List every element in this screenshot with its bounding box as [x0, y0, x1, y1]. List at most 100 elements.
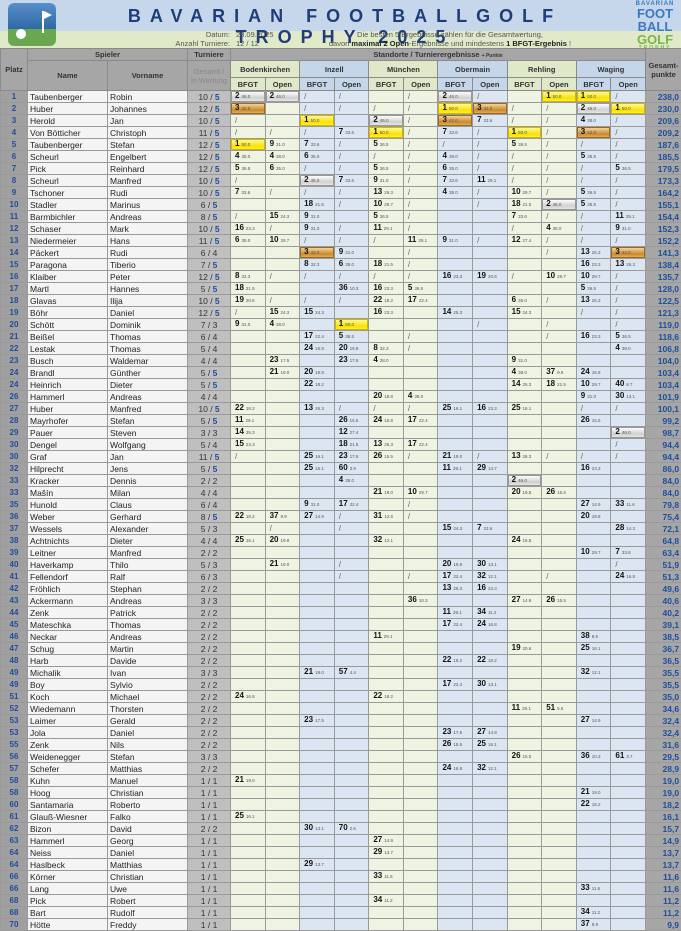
table-row[interactable]: 12SchaserMark10 / 51623.3/931.0/1129.1//…	[1, 223, 681, 235]
table-row[interactable]: 55ZenkNils2 / 22615.52516.131,6	[1, 739, 681, 751]
table-row[interactable]: 28MayrhoferStefan5 / 51129.12615.52416.8…	[1, 415, 681, 427]
result-cell	[369, 499, 404, 511]
table-row[interactable]: 52WiedemannThorsten2 / 21129.1515.634,6	[1, 703, 681, 715]
name: Weber	[28, 511, 108, 523]
table-row[interactable]: 58KuhnManuel1 / 12119.019,0	[1, 775, 681, 787]
table-row[interactable]: 64HaslbeckMatthias1 / 12913.713,7	[1, 859, 681, 871]
table-row[interactable]: 39LeitnerManfred2 / 21029.7733.663,4	[1, 547, 681, 559]
table-row[interactable]: 43AckermannAndreas3 / 33610.32714.92615.…	[1, 595, 681, 607]
result-cell: /	[611, 295, 646, 307]
vorname: Manfred	[108, 403, 188, 415]
col-open: Open	[473, 78, 508, 91]
result-cell	[473, 775, 508, 787]
result-points: 11.2	[592, 910, 600, 915]
table-row[interactable]: 58HoogChristian1 / 12119.019,0	[1, 787, 681, 799]
table-row[interactable]: 61Glauß-WiesnerFalko1 / 12516.116,1	[1, 811, 681, 823]
table-row[interactable]: 17MartlHannes5 / 51821.53610.31623.3536.…	[1, 283, 681, 295]
table-row[interactable]: 27HuberManfred10 / 52218.21326.3///2516.…	[1, 403, 681, 415]
table-row[interactable]: 9TschonerRudi10 / 5733.6///1326.3/438.0/…	[1, 187, 681, 199]
table-row[interactable]: 38AchtnichtsDieter4 / 42516.12019.83212.…	[1, 535, 681, 547]
table-row[interactable]: 44ZenkPatrick2 / 21129.13411.240,2	[1, 607, 681, 619]
table-row[interactable]: 22LestakThomas5 / 42416.82019.8832.3/438…	[1, 343, 681, 355]
table-row[interactable]: 49MichalikIvan3 / 32119.0574.43212.135,5	[1, 667, 681, 679]
table-row[interactable]: 53JolaDaniel2 / 22317.52714.932,4	[1, 727, 681, 739]
table-row[interactable]: 40HaverkampThilo5 / 32119.0/2019.83013.1…	[1, 559, 681, 571]
table-row[interactable]: 49BoySylvio2 / 21722.43013.135,5	[1, 679, 681, 691]
result-points: 35.0	[345, 262, 354, 267]
result-cell: 2615.5	[507, 751, 542, 763]
table-row[interactable]: 4Von BötticherChristoph11 / 5///733.6150…	[1, 127, 681, 139]
result-cell: /	[334, 199, 369, 211]
table-row[interactable]: 3HeroldJan10 / 5/150.0246.0/342.0733.6//…	[1, 115, 681, 127]
result-cell: 379.9	[265, 511, 300, 523]
table-row[interactable]: 48HarbDavide2 / 22218.22218.236,5	[1, 655, 681, 667]
table-row[interactable]: 30GrafJan11 / 5/2516.12317.52615.5/2119.…	[1, 451, 681, 463]
table-row[interactable]: 68PickRobert1 / 13411.211,2	[1, 895, 681, 907]
table-row[interactable]: 20SchöttDominik7 / 3931.0438.0150.0///11…	[1, 319, 681, 331]
table-row[interactable]: 62BizonDavid2 / 23013.1702.615,7	[1, 823, 681, 835]
table-row[interactable]: 1TaubenbergerRobin10 / 5246.0246.0///246…	[1, 91, 681, 103]
table-row[interactable]: 30DengelWolfgang5 / 41524.31821.51326.31…	[1, 439, 681, 451]
table-row[interactable]: 33KrackerDennis2 / 2438.0246.084,0	[1, 475, 681, 487]
result-cell	[542, 715, 577, 727]
turniere: 11 / 5	[188, 451, 231, 463]
table-row[interactable]: 8ScheurlManfred10 / 5/246.0733.6931.0/73…	[1, 175, 681, 187]
table-row[interactable]: 7PickReinhard12 / 5536.5635.0//536.5/635…	[1, 163, 681, 175]
table-row[interactable]: 66LangUwe1 / 13311.611,6	[1, 883, 681, 895]
result-cell	[507, 571, 542, 583]
not-participated-mark: /	[615, 152, 617, 161]
table-row[interactable]: 29PauerSteven3 / 31425.31227.4246.098,7	[1, 427, 681, 439]
table-row[interactable]: 42FröhlichStephan2 / 21326.31623.349,6	[1, 583, 681, 595]
turniere: 10 / 5	[188, 223, 231, 235]
table-row[interactable]: 26HammerlAndreas4 / 42019.8438.0931.0301…	[1, 391, 681, 403]
table-row[interactable]: 24BrandlGünther5 / 52119.02019.8438.0379…	[1, 367, 681, 379]
platz: 64	[1, 847, 28, 859]
table-row[interactable]: 11BarmbichlerAndreas8 / 5/1524.3931.0536…	[1, 211, 681, 223]
not-participated-mark: /	[408, 344, 410, 353]
table-row[interactable]: 16KlaiberPeter12 / 5832.3/////1623.31920…	[1, 271, 681, 283]
table-row[interactable]: 33MašínMilan4 / 42119.01029.72019.82615.…	[1, 487, 681, 499]
table-row[interactable]: 51KochMichael2 / 22416.82218.235,0	[1, 691, 681, 703]
table-row[interactable]: 36WeberGerhard8 / 52218.2379.92714.9/311…	[1, 511, 681, 523]
table-row[interactable]: 68BartRudolf1 / 13411.211,2	[1, 907, 681, 919]
name: Hammerl	[28, 835, 108, 847]
result-cell: 635.0	[300, 151, 335, 163]
table-row[interactable]: 45MateschkaThomas2 / 21722.42416.839,1	[1, 619, 681, 631]
result-cell: /	[265, 187, 300, 199]
table-row[interactable]: 21BeißelThomas6 / 41722.4536.5//1623.353…	[1, 331, 681, 343]
table-row[interactable]: 6ScheurlEngelbert12 / 5438.0438.0635.0//…	[1, 151, 681, 163]
table-row[interactable]: 19BöhrDaniel12 / 5/1524.31524.31623.3142…	[1, 307, 681, 319]
table-row[interactable]: 14PäckertRudi6 / 4342.0931.0//1326.3342.…	[1, 247, 681, 259]
table-row[interactable]: 57ScheferMatthias2 / 22416.83212.128,9	[1, 763, 681, 775]
table-row[interactable]: 56WeideneggerStefan3 / 32615.53610.3613.…	[1, 751, 681, 763]
table-row[interactable]: 5TaubenbergerStefan12 / 5150.0931.0733.6…	[1, 139, 681, 151]
result-cell	[473, 211, 508, 223]
result-points: 14.9	[315, 514, 324, 519]
turniere-gesamt: 1	[201, 896, 206, 906]
table-row[interactable]: 53LaimerGerald2 / 22317.52714.932,4	[1, 715, 681, 727]
table-row[interactable]: 64NeissDaniel1 / 12913.713,7	[1, 847, 681, 859]
result-rank: 40	[615, 379, 624, 388]
table-row[interactable]: 35HunoldClaus6 / 4931.01722.4/2714.93311…	[1, 499, 681, 511]
platz: 26	[1, 391, 28, 403]
table-row[interactable]: 10StadlerMarinus6 / 51821.5/1029.7//1821…	[1, 199, 681, 211]
table-row[interactable]: 63HammerlGeorg1 / 12714.914,9	[1, 835, 681, 847]
table-row[interactable]: 47SchugMartin2 / 21920.62516.136,7	[1, 643, 681, 655]
table-row[interactable]: 2HuberJohannes12 / 5342.0////150.0342.0/…	[1, 103, 681, 115]
table-row[interactable]: 18GlavasIlija10 / 51920.6///2218.21722.4…	[1, 295, 681, 307]
table-row[interactable]: 13NiedermeierHans11 / 5635.01029.7///112…	[1, 235, 681, 247]
table-row[interactable]: 46NeckarAndreas2 / 21129.1389.538,5	[1, 631, 681, 643]
table-row[interactable]: 37WesselsAlexander5 / 3//1524.3733.62814…	[1, 523, 681, 535]
table-row[interactable]: 15ParagonaTiberio7 / 5832.3635.01821.5/1…	[1, 259, 681, 271]
table-row[interactable]: 41FellendorfRalf6 / 3//1722.43212.1/2416…	[1, 571, 681, 583]
table-row[interactable]: 66KörnerChristian1 / 13311.611,6	[1, 871, 681, 883]
table-row[interactable]: 60SantamariaRoberto1 / 12218.218,2	[1, 799, 681, 811]
result-cell	[265, 439, 300, 451]
result-cell: /	[300, 91, 335, 103]
table-row[interactable]: 32HilprechtJens5 / 52516.1603.91129.1291…	[1, 463, 681, 475]
table-row[interactable]: 70HötteFreddy1 / 1379.99,9	[1, 919, 681, 931]
result-rank: 33	[373, 871, 382, 880]
table-row[interactable]: 23BuschWaldemar4 / 42317.52317.5438.0931…	[1, 355, 681, 367]
result-cell: 2913.7	[369, 847, 404, 859]
table-row[interactable]: 24HeinrichDieter5 / 52218.21425.31821.51…	[1, 379, 681, 391]
